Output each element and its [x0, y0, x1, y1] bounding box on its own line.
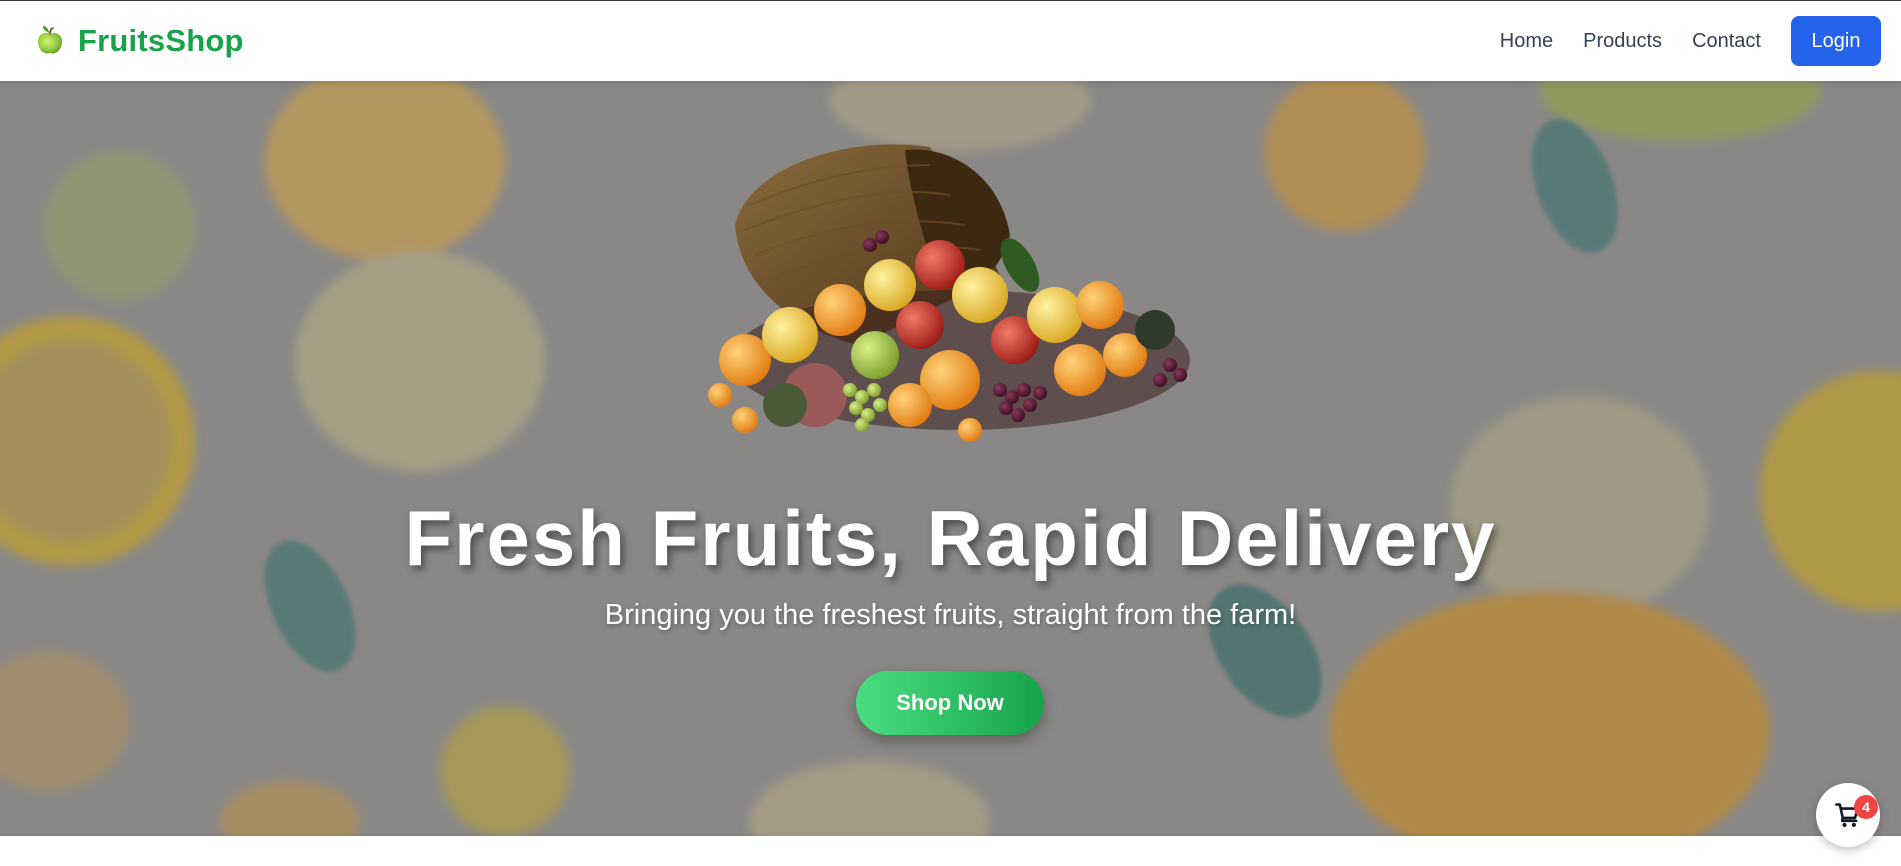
- nav-link-home[interactable]: Home: [1500, 30, 1553, 53]
- content-section-top: [0, 836, 1901, 866]
- hero-subtitle: Bringing you the freshest fruits, straig…: [604, 599, 1297, 631]
- brand[interactable]: FruitsShop: [34, 23, 244, 59]
- nav-link-contact[interactable]: Contact: [1692, 30, 1761, 53]
- nav-menu: Home Products Contact Login: [1500, 16, 1881, 66]
- shop-now-button[interactable]: Shop Now: [856, 671, 1044, 735]
- navbar: FruitsShop Home Products Contact Login: [0, 0, 1901, 81]
- nav-link-products[interactable]: Products: [1583, 30, 1662, 53]
- cart-count-badge: 4: [1854, 795, 1878, 819]
- login-button[interactable]: Login: [1791, 16, 1881, 66]
- fruit-basket-image: [708, 144, 1190, 442]
- hero-section: Fresh Fruits, Rapid Delivery Bringing yo…: [0, 81, 1901, 836]
- hero-title: Fresh Fruits, Rapid Delivery: [404, 494, 1497, 582]
- brand-name: FruitsShop: [78, 23, 244, 58]
- cart-button[interactable]: 4: [1816, 783, 1880, 847]
- apple-icon: [37, 26, 63, 54]
